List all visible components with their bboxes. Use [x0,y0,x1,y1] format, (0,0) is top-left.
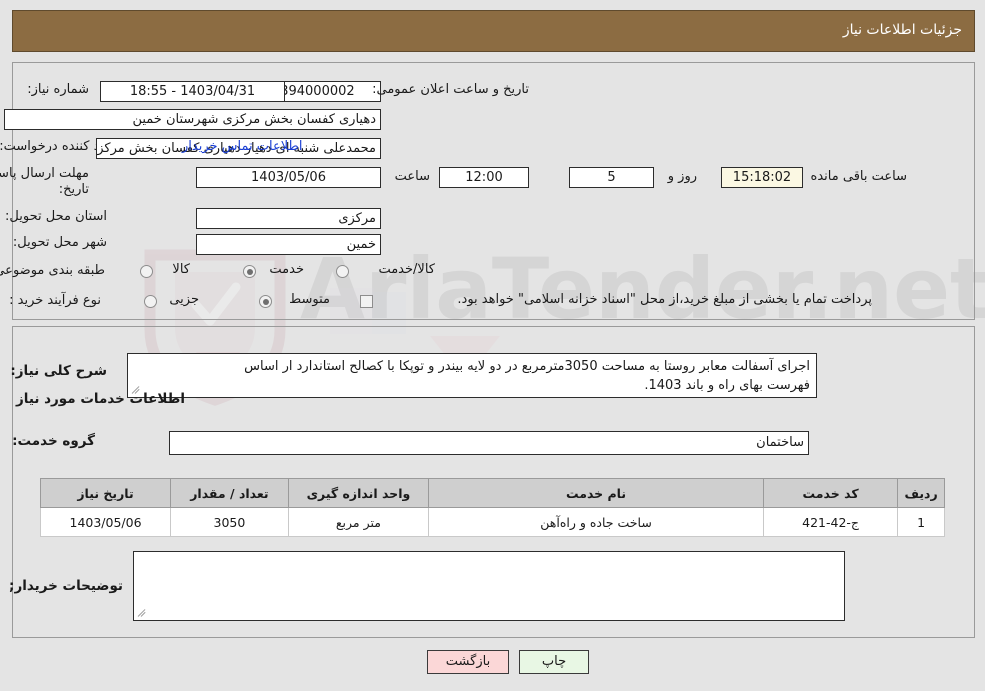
category-radio-kala-khedmat[interactable] [336,265,349,278]
deadline-date-value: 1403/05/06 [196,167,381,188]
category-label: طبقه بندی موضوعی: [0,263,105,278]
cell-code: ج-42-421 [762,507,899,537]
resize-grip-icon[interactable] [136,607,148,619]
description-line-2: فهرست بهای راه و باند 1403. [644,378,810,393]
category-radio-khedmat[interactable] [243,265,256,278]
hour-value: 12:00 [439,167,529,188]
treasury-checkbox[interactable] [360,295,373,308]
buyer-notes-textarea[interactable] [133,551,845,621]
services-table: ردیف کد خدمت نام خدمت واحد اندازه گیری ت… [39,478,945,537]
page-title: جزئیات اطلاعات نیاز [842,22,962,38]
need-number-label: شماره نیاز: [27,82,89,97]
days-value: 5 [569,167,654,188]
category-label-khedmat: خدمت [269,262,304,277]
print-button[interactable]: چاپ [519,650,589,674]
table-header-row: ردیف کد خدمت نام خدمت واحد اندازه گیری ت… [39,478,945,508]
deadline-label-line2: تاریخ: [58,182,89,197]
announce-datetime-value: 1403/04/31 - 18:55 [100,81,285,102]
table-header-name: نام خدمت [428,478,764,508]
page-header-bar: جزئیات اطلاعات نیاز [12,10,975,52]
page-root: AriaTender.net جزئیات اطلاعات نیاز شماره… [0,0,985,691]
buyer-contact-link[interactable]: اطلاعات تماس خریدار [182,139,302,154]
province-value: مرکزی [196,208,381,229]
category-label-kala: کالا [172,262,190,277]
description-line-1: اجرای آسفالت معابر روستا به مساحت 3050مت… [244,359,810,374]
cell-name: ساخت جاده و راه‌آهن [428,507,764,537]
table-header-unit: واحد اندازه گیری [287,478,430,508]
process-label: نوع فرآیند خرید : [9,293,101,308]
treasury-text: پرداخت تمام یا بخشی از مبلغ خرید،از محل … [457,292,872,307]
table-header-code: کد خدمت [762,478,899,508]
service-group-value[interactable]: ساختمان [169,431,809,455]
category-radio-kala[interactable] [140,265,153,278]
deadline-label-line1: مهلت ارسال پاسخ: تا [0,166,89,181]
city-label: شهر محل تحویل: [12,235,107,250]
province-label: استان محل تحویل: [5,209,107,224]
hour-label: ساعت [394,169,430,184]
countdown-value: 15:18:02 [721,167,803,188]
services-section-title: اطلاعات خدمات مورد نیاز [15,391,185,407]
service-group-label: گروه خدمت: [12,433,95,449]
table-header-index: ردیف [897,478,945,508]
buyer-notes-label: توضیحات خریدار; [9,578,123,594]
process-radio-motevaset[interactable] [259,295,272,308]
category-label-kala-khedmat: کالا/خدمت [378,262,435,277]
back-button[interactable]: بازگشت [427,650,509,674]
process-radio-jozyi[interactable] [144,295,157,308]
process-label-jozyi: جزیی [169,292,199,307]
description-label: شرح کلی نیاز: [10,363,107,379]
description-textarea[interactable]: اجرای آسفالت معابر روستا به مساحت 3050مت… [127,353,817,398]
cell-unit: متر مربع [287,507,430,537]
cell-index: 1 [897,507,945,537]
process-label-motevaset: متوسط [289,292,330,307]
table-header-quantity: تعداد / مقدار [170,478,289,508]
days-label: روز و [667,169,697,184]
cell-quantity: 3050 [170,507,289,537]
cell-date: 1403/05/06 [39,507,172,537]
table-row: 1 ج-42-421 ساخت جاده و راه‌آهن متر مربع … [39,507,945,537]
buyer-org-value: دهیاری کفسان بخش مرکزی شهرستان خمین [4,109,381,130]
announce-datetime-label: تاریخ و ساعت اعلان عمومی: [372,82,529,97]
city-value: خمین [196,234,381,255]
remaining-label: ساعت باقی مانده [810,169,907,184]
table-header-date: تاریخ نیاز [39,478,172,508]
